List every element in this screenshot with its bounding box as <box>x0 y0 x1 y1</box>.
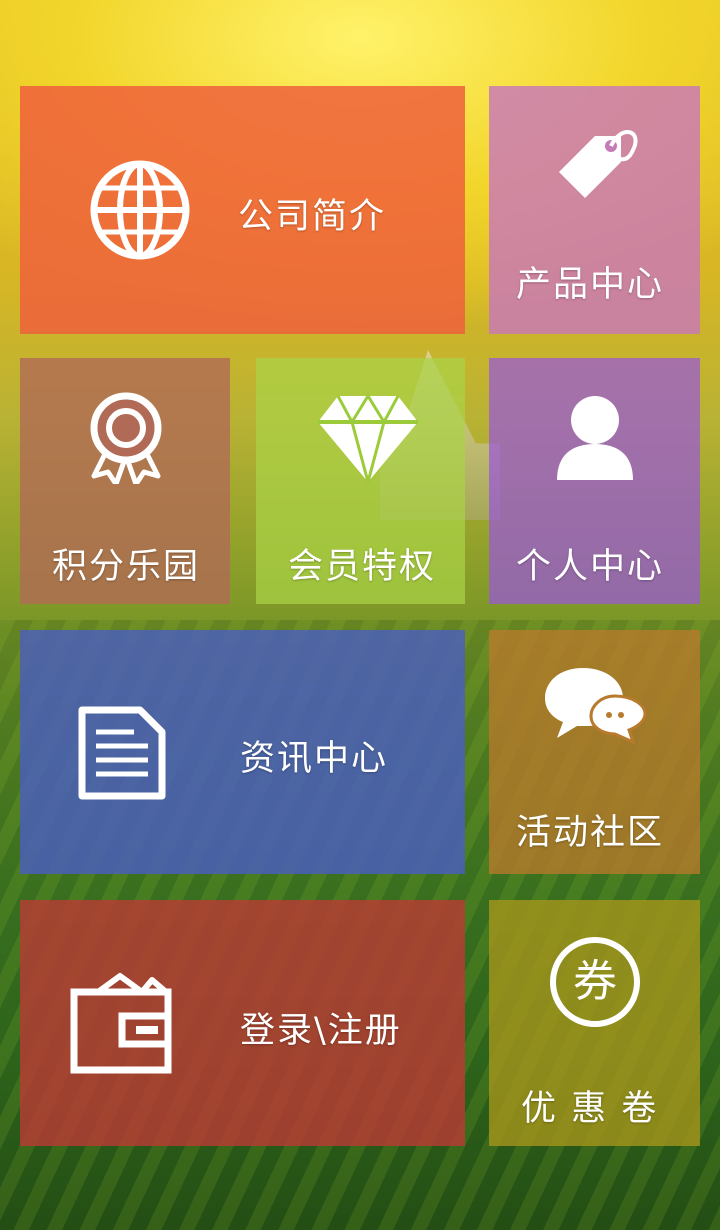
tile-coupons[interactable]: 券 优 惠 卷 <box>489 900 700 1146</box>
tile-label: 个人中心 <box>516 547 665 587</box>
award-ribbon-icon <box>86 392 166 484</box>
price-tag-icon <box>551 120 641 210</box>
chat-bubbles-icon <box>543 664 647 744</box>
wallet-icon <box>70 972 174 1074</box>
document-icon <box>76 706 166 800</box>
tile-product-center[interactable]: 产品中心 <box>489 86 700 334</box>
tile-label: 活动社区 <box>516 813 665 853</box>
tile-news-center[interactable]: 资讯中心 <box>20 630 465 874</box>
tile-label: 公司简介 <box>238 197 387 237</box>
person-icon <box>555 394 635 482</box>
tile-points-park[interactable]: 积分乐园 <box>20 358 230 604</box>
tile-label: 登录\注册 <box>240 1011 402 1051</box>
tile-label: 优 惠 卷 <box>521 1089 659 1129</box>
coupon-circle-icon: 券 <box>549 936 641 1028</box>
tile-activity-community[interactable]: 活动社区 <box>489 630 700 874</box>
tile-label: 会员特权 <box>288 547 437 587</box>
diamond-icon <box>316 392 420 484</box>
coupon-glyph: 券 <box>573 956 617 1007</box>
tile-label: 产品中心 <box>516 265 665 305</box>
globe-icon <box>88 158 192 262</box>
tile-company-intro[interactable]: 公司简介 <box>20 86 465 334</box>
tile-member-privileges[interactable]: 会员特权 <box>256 358 465 604</box>
tile-personal-center[interactable]: 个人中心 <box>489 358 700 604</box>
tile-label: 积分乐园 <box>52 547 201 587</box>
tile-label: 资讯中心 <box>240 739 389 779</box>
tile-login-register[interactable]: 登录\注册 <box>20 900 465 1146</box>
